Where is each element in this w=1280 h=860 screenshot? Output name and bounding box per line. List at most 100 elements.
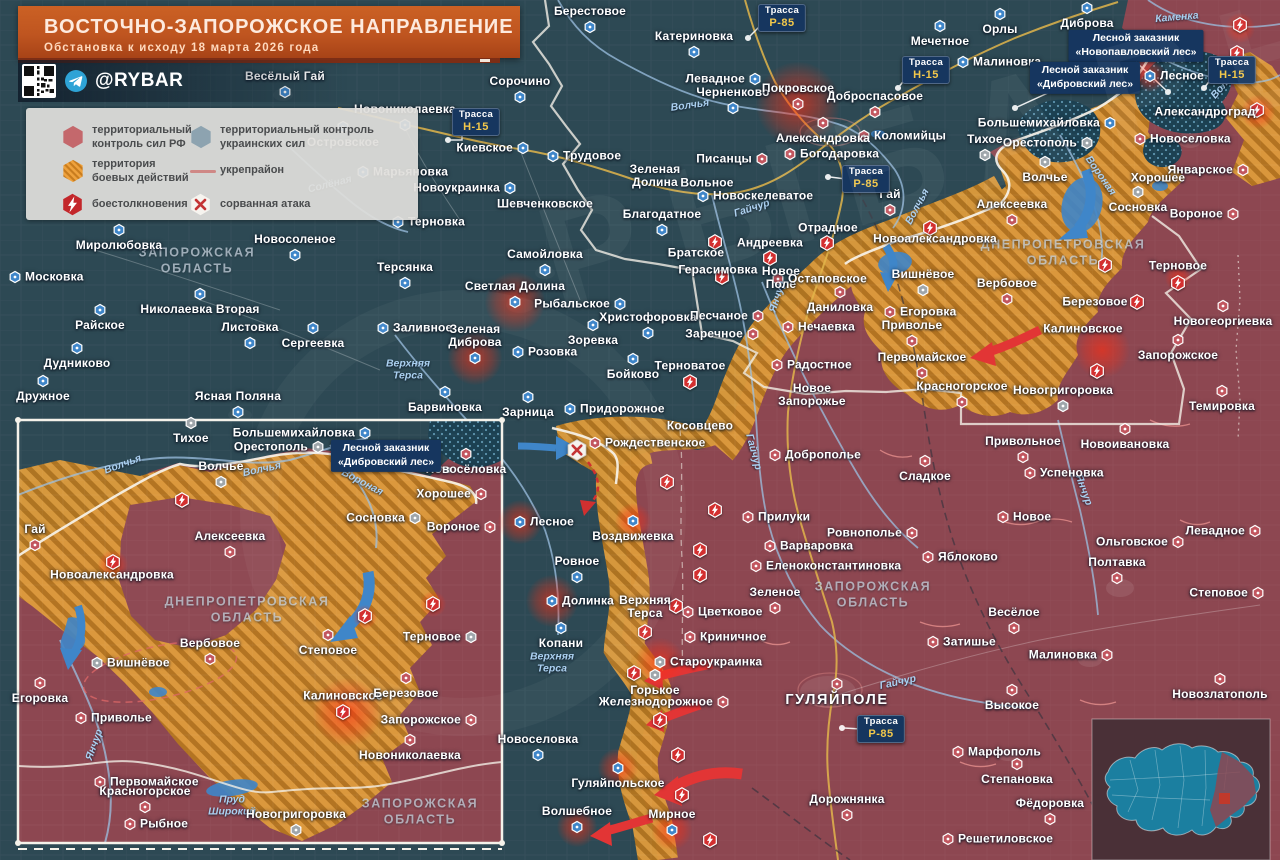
- road-badge: Трасса Р-85: [757, 4, 807, 32]
- place-label: Новоивановка: [1080, 437, 1170, 451]
- place-marker: [517, 141, 530, 155]
- place-marker: [539, 263, 552, 277]
- legend-fortified-label: укрепрайон: [220, 164, 285, 176]
- place-marker: [1217, 299, 1230, 313]
- telegram-icon[interactable]: [65, 70, 87, 92]
- place-marker: [756, 152, 769, 166]
- place-label: Новозлатополь: [1172, 687, 1268, 701]
- place-marker: [571, 820, 584, 834]
- place-label: Лесное: [1160, 68, 1205, 83]
- place-label: Железнодорожное: [598, 694, 713, 709]
- place-marker: [91, 656, 104, 670]
- title-panel: ВОСТОЧНО-ЗАПОРОЖСКОЕ НАПРАВЛЕНИЕ Обстано…: [18, 6, 520, 58]
- place-marker: [884, 305, 897, 319]
- place-label: Дудниково: [43, 356, 111, 370]
- place-label: Приволье: [881, 318, 943, 333]
- place-marker: [627, 514, 640, 528]
- region-label: ДНЕПРОПЕТРОВСКАЯ ОБЛАСТЬ: [164, 594, 330, 624]
- place-label: Запорожское: [380, 712, 461, 727]
- place-label: Цветковое: [698, 604, 763, 619]
- place-label: Радостное: [787, 357, 852, 372]
- place-label: Диброва: [1060, 16, 1114, 30]
- place-marker: [289, 248, 302, 262]
- place-label: Левадное: [1185, 523, 1245, 538]
- place-label: Придорожное: [580, 401, 665, 416]
- place-marker: [204, 652, 217, 666]
- place-label: Бойково: [606, 367, 660, 381]
- road-badge-caption: Трасса: [458, 109, 494, 121]
- place-marker: [642, 326, 655, 340]
- place-label: Алексеевка: [976, 197, 1048, 212]
- place-label: Староукраинка: [670, 654, 763, 669]
- place-marker: [884, 203, 897, 217]
- qr-code-icon: [22, 64, 56, 98]
- place-label: Новоскелеватое: [713, 188, 814, 203]
- region-label: ДНЕПРОПЕТРОВСКАЯ ОБЛАСТЬ: [980, 237, 1146, 267]
- place-marker: [979, 148, 992, 162]
- place-marker: [1001, 292, 1014, 306]
- place-marker: [475, 487, 488, 501]
- place-label: Дорожнянка: [809, 792, 885, 807]
- place-label: Терноватое: [654, 358, 726, 373]
- place-label: Орестополь: [233, 439, 308, 454]
- clashes-icon: [357, 608, 374, 625]
- place-marker: [752, 309, 765, 323]
- place-marker: [750, 559, 763, 573]
- road-number: Н-15: [913, 68, 939, 81]
- clashes-icon: [692, 542, 709, 559]
- clashes-icon: [335, 704, 352, 721]
- place-marker: [322, 628, 335, 642]
- place-marker: [215, 475, 228, 489]
- place-label: Новосоленое: [254, 232, 336, 247]
- place-marker: [834, 285, 847, 299]
- situation-map: РЫБАРЬ Весёлый ГайНовониколаевкаОстровск…: [0, 0, 1280, 860]
- place-label: Новоселовка: [1150, 131, 1231, 146]
- place-label: Александроград: [1154, 104, 1256, 119]
- place-marker: [1111, 571, 1124, 585]
- place-label: Киевское: [456, 140, 513, 155]
- place-marker: [656, 223, 669, 237]
- legend-failed-attack-label: сорванная атака: [220, 198, 311, 210]
- place-label: Новоалександровка: [50, 567, 174, 582]
- place-marker: [1039, 155, 1052, 169]
- legend-ua-label: территориальный контроль украинских сил: [220, 124, 374, 150]
- place-label: Калиновское: [1043, 321, 1123, 336]
- place-label: Черненково: [696, 85, 770, 100]
- place-label: Затишье: [943, 634, 996, 649]
- place-label: Доброполье: [785, 447, 862, 462]
- place-label: Егоровка: [900, 304, 957, 319]
- place-label: Николаевка Вторая: [140, 302, 260, 316]
- place-label: Варваровка: [780, 538, 854, 553]
- place-label: Весёлое: [988, 605, 1040, 620]
- place-label: Новогригоровка: [246, 807, 346, 822]
- place-marker: [439, 385, 452, 399]
- place-marker: [1252, 586, 1265, 600]
- place-marker: [614, 297, 627, 311]
- place-label: Нечаевка: [798, 319, 856, 334]
- place-label: ГУЛЯЙПОЛЕ: [785, 692, 889, 708]
- place-label: Первомайское: [877, 350, 967, 365]
- clashes-icon: [702, 832, 719, 849]
- place-marker: [571, 570, 584, 584]
- river-label: Волчья: [241, 459, 283, 480]
- place-marker: [922, 550, 935, 564]
- region-label: ЗАПОРОЖСКАЯ ОБЛАСТЬ: [361, 796, 479, 826]
- place-marker: [906, 334, 919, 348]
- place-marker: [1101, 648, 1114, 662]
- place-label: Волшебное: [541, 804, 613, 819]
- place-label: Березовое: [373, 686, 439, 700]
- place-label: Косовцево: [666, 418, 734, 433]
- place-label: Хорошее: [416, 486, 471, 501]
- place-label: Вороное: [1169, 206, 1223, 221]
- place-marker: [1132, 185, 1145, 199]
- place-label: Сладкое: [899, 469, 951, 483]
- road-badge-caption: Трасса: [863, 716, 899, 728]
- place-marker: [194, 287, 207, 301]
- channel-handle[interactable]: @RYBAR: [95, 70, 183, 92]
- clashes-icon: [637, 624, 654, 641]
- place-marker: [784, 147, 797, 161]
- place-marker: [749, 72, 762, 86]
- clashes-icon: [674, 787, 691, 804]
- place-marker: [465, 713, 478, 727]
- legend-combat-icon: [60, 158, 86, 184]
